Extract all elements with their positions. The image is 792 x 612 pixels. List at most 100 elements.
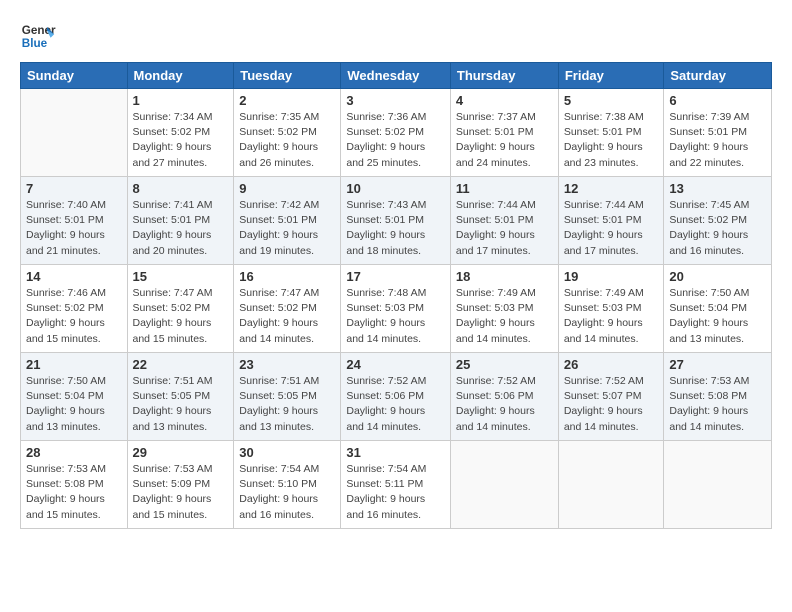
calendar-cell: 6 Sunrise: 7:39 AM Sunset: 5:01 PM Daylig… xyxy=(664,89,772,177)
calendar-cell: 23 Sunrise: 7:51 AM Sunset: 5:05 PM Dayli… xyxy=(234,353,341,441)
calendar-cell: 27 Sunrise: 7:53 AM Sunset: 5:08 PM Dayli… xyxy=(664,353,772,441)
day-number: 17 xyxy=(346,269,445,284)
day-info: Sunrise: 7:50 AM Sunset: 5:04 PM Dayligh… xyxy=(26,374,122,435)
header: General Blue xyxy=(20,18,772,54)
day-info: Sunrise: 7:34 AM Sunset: 5:02 PM Dayligh… xyxy=(133,110,229,171)
calendar-cell: 14Sunrise: 7:46 AM Sunset: 5:02 PM Dayli… xyxy=(21,265,128,353)
calendar-table: SundayMondayTuesdayWednesdayThursdayFrid… xyxy=(20,62,772,529)
day-info: Sunrise: 7:49 AM Sunset: 5:03 PM Dayligh… xyxy=(564,286,659,347)
day-number: 12 xyxy=(564,181,659,196)
day-info: Sunrise: 7:47 AM Sunset: 5:02 PM Dayligh… xyxy=(133,286,229,347)
day-number: 22 xyxy=(133,357,229,372)
calendar-week-row: 21 Sunrise: 7:50 AM Sunset: 5:04 PM Dayli… xyxy=(21,353,772,441)
calendar-cell: 2 Sunrise: 7:35 AM Sunset: 5:02 PM Daylig… xyxy=(234,89,341,177)
day-number: 13 xyxy=(669,181,766,196)
day-info: Sunrise: 7:41 AM Sunset: 5:01 PM Dayligh… xyxy=(133,198,229,259)
calendar-cell: 9 Sunrise: 7:42 AM Sunset: 5:01 PM Daylig… xyxy=(234,177,341,265)
day-number: 14 xyxy=(26,269,122,284)
day-info: Sunrise: 7:52 AM Sunset: 5:06 PM Dayligh… xyxy=(456,374,553,435)
calendar-cell: 24 Sunrise: 7:52 AM Sunset: 5:06 PM Dayli… xyxy=(341,353,451,441)
calendar-cell: 26 Sunrise: 7:52 AM Sunset: 5:07 PM Dayli… xyxy=(558,353,664,441)
calendar-cell: 19Sunrise: 7:49 AM Sunset: 5:03 PM Dayli… xyxy=(558,265,664,353)
day-number: 23 xyxy=(239,357,335,372)
day-info: Sunrise: 7:38 AM Sunset: 5:01 PM Dayligh… xyxy=(564,110,659,171)
day-info: Sunrise: 7:39 AM Sunset: 5:01 PM Dayligh… xyxy=(669,110,766,171)
day-number: 24 xyxy=(346,357,445,372)
calendar-cell xyxy=(558,441,664,529)
day-info: Sunrise: 7:51 AM Sunset: 5:05 PM Dayligh… xyxy=(239,374,335,435)
day-info: Sunrise: 7:54 AM Sunset: 5:11 PM Dayligh… xyxy=(346,462,445,523)
day-number: 18 xyxy=(456,269,553,284)
calendar-cell: 5 Sunrise: 7:38 AM Sunset: 5:01 PM Daylig… xyxy=(558,89,664,177)
calendar-cell: 10 Sunrise: 7:43 AM Sunset: 5:01 PM Dayli… xyxy=(341,177,451,265)
calendar-cell: 3Sunrise: 7:36 AM Sunset: 5:02 PM Daylig… xyxy=(341,89,451,177)
calendar-cell: 11 Sunrise: 7:44 AM Sunset: 5:01 PM Dayli… xyxy=(450,177,558,265)
day-info: Sunrise: 7:47 AM Sunset: 5:02 PM Dayligh… xyxy=(239,286,335,347)
header-day-monday: Monday xyxy=(127,63,234,89)
calendar-cell: 31Sunrise: 7:54 AM Sunset: 5:11 PM Dayli… xyxy=(341,441,451,529)
calendar-cell: 13 Sunrise: 7:45 AM Sunset: 5:02 PM Dayli… xyxy=(664,177,772,265)
day-info: Sunrise: 7:52 AM Sunset: 5:06 PM Dayligh… xyxy=(346,374,445,435)
day-info: Sunrise: 7:43 AM Sunset: 5:01 PM Dayligh… xyxy=(346,198,445,259)
calendar-cell: 8Sunrise: 7:41 AM Sunset: 5:01 PM Daylig… xyxy=(127,177,234,265)
day-info: Sunrise: 7:53 AM Sunset: 5:08 PM Dayligh… xyxy=(26,462,122,523)
day-number: 10 xyxy=(346,181,445,196)
day-number: 21 xyxy=(26,357,122,372)
day-info: Sunrise: 7:54 AM Sunset: 5:10 PM Dayligh… xyxy=(239,462,335,523)
day-number: 30 xyxy=(239,445,335,460)
calendar-week-row: 1 Sunrise: 7:34 AM Sunset: 5:02 PM Daylig… xyxy=(21,89,772,177)
calendar-week-row: 28 Sunrise: 7:53 AM Sunset: 5:08 PM Dayli… xyxy=(21,441,772,529)
day-info: Sunrise: 7:36 AM Sunset: 5:02 PM Dayligh… xyxy=(346,110,445,171)
logo: General Blue xyxy=(20,18,56,54)
calendar-cell xyxy=(664,441,772,529)
header-day-tuesday: Tuesday xyxy=(234,63,341,89)
page: General Blue SundayMondayTuesdayWednesda… xyxy=(0,0,792,612)
calendar-cell: 28 Sunrise: 7:53 AM Sunset: 5:08 PM Dayli… xyxy=(21,441,128,529)
svg-text:Blue: Blue xyxy=(22,37,48,50)
day-number: 28 xyxy=(26,445,122,460)
day-info: Sunrise: 7:42 AM Sunset: 5:01 PM Dayligh… xyxy=(239,198,335,259)
day-number: 16 xyxy=(239,269,335,284)
day-number: 20 xyxy=(669,269,766,284)
day-info: Sunrise: 7:48 AM Sunset: 5:03 PM Dayligh… xyxy=(346,286,445,347)
header-day-saturday: Saturday xyxy=(664,63,772,89)
calendar-cell: 4 Sunrise: 7:37 AM Sunset: 5:01 PM Daylig… xyxy=(450,89,558,177)
day-number: 27 xyxy=(669,357,766,372)
calendar-cell: 20 Sunrise: 7:50 AM Sunset: 5:04 PM Dayli… xyxy=(664,265,772,353)
day-info: Sunrise: 7:37 AM Sunset: 5:01 PM Dayligh… xyxy=(456,110,553,171)
day-number: 26 xyxy=(564,357,659,372)
day-number: 11 xyxy=(456,181,553,196)
day-info: Sunrise: 7:35 AM Sunset: 5:02 PM Dayligh… xyxy=(239,110,335,171)
day-number: 15 xyxy=(133,269,229,284)
day-number: 5 xyxy=(564,93,659,108)
day-number: 1 xyxy=(133,93,229,108)
calendar-cell: 1 Sunrise: 7:34 AM Sunset: 5:02 PM Daylig… xyxy=(127,89,234,177)
logo-icon: General Blue xyxy=(20,18,56,54)
day-info: Sunrise: 7:51 AM Sunset: 5:05 PM Dayligh… xyxy=(133,374,229,435)
calendar-cell: 16 Sunrise: 7:47 AM Sunset: 5:02 PM Dayli… xyxy=(234,265,341,353)
day-info: Sunrise: 7:45 AM Sunset: 5:02 PM Dayligh… xyxy=(669,198,766,259)
day-info: Sunrise: 7:52 AM Sunset: 5:07 PM Dayligh… xyxy=(564,374,659,435)
day-info: Sunrise: 7:44 AM Sunset: 5:01 PM Dayligh… xyxy=(456,198,553,259)
day-number: 9 xyxy=(239,181,335,196)
header-day-thursday: Thursday xyxy=(450,63,558,89)
day-info: Sunrise: 7:53 AM Sunset: 5:08 PM Dayligh… xyxy=(669,374,766,435)
calendar-week-row: 7 Sunrise: 7:40 AM Sunset: 5:01 PM Daylig… xyxy=(21,177,772,265)
day-number: 2 xyxy=(239,93,335,108)
day-info: Sunrise: 7:44 AM Sunset: 5:01 PM Dayligh… xyxy=(564,198,659,259)
calendar-cell: 30 Sunrise: 7:54 AM Sunset: 5:10 PM Dayli… xyxy=(234,441,341,529)
day-info: Sunrise: 7:53 AM Sunset: 5:09 PM Dayligh… xyxy=(133,462,229,523)
calendar-cell: 22 Sunrise: 7:51 AM Sunset: 5:05 PM Dayli… xyxy=(127,353,234,441)
day-number: 4 xyxy=(456,93,553,108)
calendar-cell: 29 Sunrise: 7:53 AM Sunset: 5:09 PM Dayli… xyxy=(127,441,234,529)
day-number: 6 xyxy=(669,93,766,108)
day-info: Sunrise: 7:50 AM Sunset: 5:04 PM Dayligh… xyxy=(669,286,766,347)
header-day-wednesday: Wednesday xyxy=(341,63,451,89)
calendar-cell: 25Sunrise: 7:52 AM Sunset: 5:06 PM Dayli… xyxy=(450,353,558,441)
day-info: Sunrise: 7:40 AM Sunset: 5:01 PM Dayligh… xyxy=(26,198,122,259)
day-number: 7 xyxy=(26,181,122,196)
calendar-cell: 21 Sunrise: 7:50 AM Sunset: 5:04 PM Dayli… xyxy=(21,353,128,441)
day-number: 29 xyxy=(133,445,229,460)
day-info: Sunrise: 7:49 AM Sunset: 5:03 PM Dayligh… xyxy=(456,286,553,347)
calendar-cell: 7 Sunrise: 7:40 AM Sunset: 5:01 PM Daylig… xyxy=(21,177,128,265)
